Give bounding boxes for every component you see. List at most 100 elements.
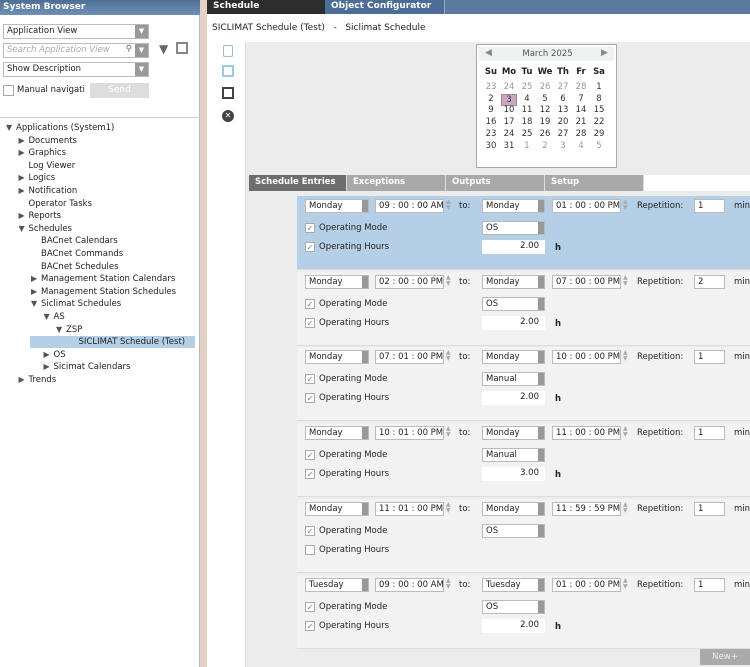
schedule-entry[interactable]: Monday 07 : 01 : 00 PM ▲ ▼ to: Monday 10 : 00 … (297, 347, 750, 422)
calendar-day[interactable]: 16 (483, 117, 499, 127)
operating-mode-select[interactable]: Manual (482, 372, 545, 387)
tab-setup[interactable]: Setup (545, 175, 644, 191)
operating-hours-input[interactable]: 3.00 (482, 467, 545, 482)
schedule-entry[interactable]: Monday 09 : 00 : 00 AM ▲ ▼ to: Monday 01 : 00 … (297, 196, 750, 270)
time-to-input[interactable]: 10 : 00 : 00 PM (552, 350, 621, 365)
repetition-input[interactable]: 1 (694, 350, 725, 365)
calendar-day[interactable]: 11 (519, 105, 535, 115)
tree-item[interactable]: ▶ Logics (19, 172, 56, 184)
time-spinner-icon[interactable]: ▲ ▼ (623, 501, 628, 514)
calendar-day[interactable]: 12 (537, 105, 553, 115)
collapsed-triangle-icon[interactable]: ▶ (19, 210, 29, 222)
expanded-triangle-icon[interactable]: ▼ (31, 298, 41, 310)
time-spinner-icon[interactable]: ▲ ▼ (446, 577, 451, 590)
day-from-select[interactable]: Monday (305, 350, 369, 365)
calendar-day[interactable]: 19 (537, 117, 553, 127)
operating-hours-checkbox[interactable]: ✓ (305, 469, 315, 480)
calendar-day[interactable]: 2 (483, 94, 499, 104)
calendar-day[interactable]: 27 (555, 129, 571, 139)
calendar-day[interactable]: 17 (501, 117, 517, 127)
calendar-day[interactable]: 4 (519, 94, 535, 104)
operating-mode-select[interactable]: OS (482, 599, 545, 614)
operating-mode-checkbox[interactable]: ✓ (305, 525, 315, 536)
calendar-day[interactable]: 15 (591, 105, 607, 115)
tree-item[interactable]: ▼ Applications (System1) (6, 122, 114, 134)
calendar-day[interactable]: 28 (573, 129, 589, 139)
calendar-day[interactable]: 30 (483, 141, 499, 151)
day-from-select[interactable]: Tuesday (305, 577, 369, 592)
calendar-day[interactable]: 23 (483, 82, 499, 92)
tree-item[interactable]: BACnet Schedules (31, 261, 119, 273)
tree-item[interactable]: ▶ Management Station Calendars (31, 273, 175, 285)
save-icon[interactable] (176, 42, 188, 54)
operating-hours-checkbox[interactable]: ✓ (305, 242, 315, 252)
calendar-day[interactable]: 21 (573, 117, 589, 127)
day-from-select[interactable]: Monday (305, 199, 369, 213)
tree-item[interactable]: ▼ ZSP (56, 324, 82, 336)
schedule-entry[interactable]: Monday 10 : 01 : 00 PM ▲ ▼ to: Monday 11 : 00 … (297, 423, 750, 498)
time-spinner-icon[interactable]: ▲ ▼ (446, 501, 451, 514)
tree-item[interactable]: BACnet Commands (31, 248, 123, 260)
close-circle-icon[interactable]: ✕ (222, 110, 234, 122)
time-to-input[interactable]: 11 : 59 : 59 PM (552, 501, 621, 516)
repetition-input[interactable]: 2 (694, 274, 725, 289)
time-from-input[interactable]: 07 : 01 : 00 PM (375, 350, 444, 365)
manual-navigation-checkbox[interactable] (3, 85, 14, 96)
expanded-triangle-icon[interactable]: ▼ (19, 223, 29, 235)
calendar-day[interactable]: 5 (591, 141, 607, 151)
tab-exceptions[interactable]: Exceptions (347, 175, 446, 191)
repetition-input[interactable]: 1 (694, 199, 725, 213)
collapsed-triangle-icon[interactable]: ▶ (19, 185, 29, 197)
calendar-day[interactable]: 4 (573, 141, 589, 151)
calendar-day[interactable]: 9 (483, 105, 499, 115)
day-from-select[interactable]: Monday (305, 501, 369, 516)
time-spinner-icon[interactable]: ▲ ▼ (446, 350, 451, 362)
time-spinner-icon[interactable]: ▲ ▼ (623, 577, 628, 590)
calendar-day[interactable]: 25 (519, 82, 535, 92)
calendar-day[interactable]: 27 (555, 82, 571, 92)
time-from-input[interactable]: 02 : 00 : 00 PM (375, 274, 444, 289)
time-to-input[interactable]: 01 : 00 : 00 PM (552, 199, 621, 213)
time-from-input[interactable]: 11 : 01 : 00 PM (375, 501, 444, 516)
day-from-select[interactable]: Monday (305, 426, 369, 441)
time-spinner-icon[interactable]: ▲ ▼ (623, 199, 628, 211)
repetition-input[interactable]: 1 (694, 426, 725, 441)
operating-mode-checkbox[interactable]: ✓ (305, 601, 315, 612)
save-icon[interactable] (222, 65, 234, 77)
day-to-select[interactable]: Monday (482, 501, 545, 516)
save-as-icon[interactable] (222, 87, 234, 99)
calendar-day[interactable]: 28 (573, 82, 589, 92)
operating-mode-select[interactable]: OS (482, 221, 545, 235)
time-spinner-icon[interactable]: ▲ ▼ (446, 426, 451, 438)
tab-schedule[interactable]: Schedule (207, 0, 325, 14)
calendar-day[interactable]: 20 (555, 117, 571, 127)
day-from-select[interactable]: Monday (305, 274, 369, 289)
operating-hours-input[interactable]: 2.00 (482, 315, 545, 330)
calendar-day[interactable]: 8 (591, 94, 607, 104)
tree-item[interactable]: SICLIMAT Schedule (Test) (30, 336, 195, 349)
calendar-day[interactable]: 1 (591, 82, 607, 92)
calendar-day[interactable]: 24 (501, 82, 517, 92)
operating-mode-checkbox[interactable]: ✓ (305, 450, 315, 461)
schedule-entry[interactable]: Monday 11 : 01 : 00 PM ▲ ▼ to: Monday 11 : 59 … (297, 498, 750, 573)
calendar-day[interactable]: 3 (501, 93, 517, 106)
tree-item[interactable]: ▶ Reports (19, 210, 62, 222)
tree-item[interactable]: ▶ Notification (19, 185, 78, 197)
calendar-day[interactable]: 25 (519, 129, 535, 139)
calendar-day[interactable]: 26 (537, 129, 553, 139)
calendar-day[interactable]: 29 (591, 129, 607, 139)
operating-hours-checkbox[interactable]: ✓ (305, 620, 315, 631)
tree-item[interactable]: ▶ Sicimat Calendars (44, 361, 131, 373)
search-input[interactable]: Search Application View ⚲ ▼ (3, 43, 149, 58)
tab-outputs[interactable]: Outputs (446, 175, 545, 191)
new-document-icon[interactable] (223, 45, 233, 57)
tab-schedule-entries[interactable]: Schedule Entries (249, 175, 347, 191)
expanded-triangle-icon[interactable]: ▼ (6, 122, 16, 134)
next-month-icon[interactable]: ▶ (601, 48, 608, 58)
operating-mode-select[interactable]: Manual (482, 448, 545, 463)
calendar-day[interactable]: 1 (519, 141, 535, 151)
calendar-day[interactable]: 5 (537, 94, 553, 104)
collapsed-triangle-icon[interactable]: ▶ (44, 361, 54, 373)
day-to-select[interactable]: Tuesday (482, 577, 545, 592)
time-to-input[interactable]: 07 : 00 : 00 PM (552, 274, 621, 289)
